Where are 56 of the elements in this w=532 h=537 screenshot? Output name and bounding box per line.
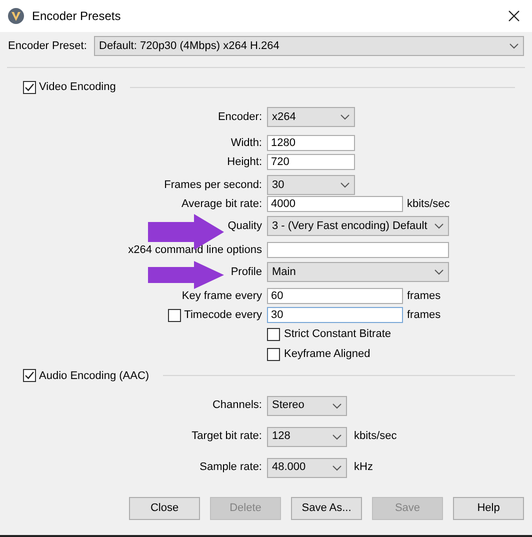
- dialog-button[interactable]: Close: [129, 497, 200, 520]
- app-logo-icon: [8, 8, 24, 24]
- input-field[interactable]: 1280: [267, 135, 355, 151]
- field-label: Width:: [230, 136, 262, 151]
- dropdown[interactable]: 48.000: [267, 458, 347, 478]
- checkbox[interactable]: [267, 328, 280, 340]
- field-label: Height:: [227, 154, 262, 170]
- checkbox-label: Strict Constant Bitrate: [284, 326, 391, 342]
- field-label: Encoder Preset:: [8, 38, 88, 54]
- chevron-down-icon: [434, 269, 444, 275]
- section-title: Video Encoding: [39, 80, 116, 95]
- checkbox[interactable]: [267, 348, 280, 360]
- checkbox[interactable]: [23, 80, 36, 94]
- field-label: Quality: [228, 218, 262, 234]
- field-label: Key frame every: [182, 288, 262, 304]
- dropdown[interactable]: Stereo: [267, 396, 347, 416]
- field-label: Target bit rate:: [190, 429, 263, 444]
- field-label: Channels:: [211, 398, 263, 414]
- input-field[interactable]: 60: [267, 288, 403, 304]
- field-label: Sample rate:: [198, 460, 263, 476]
- unit-label: kbits/sec: [354, 429, 397, 444]
- field-label: x264 command line options: [128, 242, 262, 258]
- input-field[interactable]: 30: [267, 307, 403, 323]
- dropdown[interactable]: 128: [267, 426, 347, 446]
- unit-label: frames: [407, 288, 441, 304]
- chevron-down-icon: [340, 114, 350, 120]
- unit-label: kbits/sec: [407, 196, 450, 212]
- field-label: Timecode every: [184, 308, 262, 323]
- chevron-down-icon: [340, 182, 350, 188]
- dialog-button[interactable]: Save As...: [291, 497, 362, 520]
- chevron-down-icon: [332, 434, 342, 440]
- input-field[interactable]: [267, 242, 449, 258]
- checkbox-label: Keyframe Aligned: [284, 346, 370, 362]
- field-label: Average bit rate:: [181, 196, 262, 212]
- dropdown[interactable]: x264: [267, 107, 355, 127]
- checkbox[interactable]: [23, 369, 36, 382]
- chevron-down-icon: [509, 43, 519, 49]
- section-title: Audio Encoding (AAC): [39, 368, 150, 384]
- dropdown[interactable]: Default: 720p30 (4Mbps) x264 H.264: [94, 36, 524, 56]
- chevron-down-icon: [332, 464, 342, 470]
- unit-label: kHz: [354, 460, 373, 476]
- dropdown[interactable]: 3 - (Very Fast encoding) Default: [267, 216, 449, 236]
- close-icon[interactable]: [508, 10, 520, 22]
- dropdown[interactable]: Main: [267, 262, 449, 282]
- unit-label: frames: [407, 308, 441, 323]
- field-label: Profile: [230, 264, 262, 280]
- field-label: Encoder:: [218, 110, 262, 125]
- input-field[interactable]: 4000: [267, 196, 403, 212]
- window-title: Encoder Presets: [32, 8, 121, 25]
- input-field[interactable]: 720: [267, 154, 355, 170]
- chevron-down-icon: [332, 402, 342, 408]
- dialog-button[interactable]: Help: [453, 497, 524, 520]
- checkbox[interactable]: [168, 308, 182, 322]
- field-label: Frames per second:: [164, 178, 262, 193]
- chevron-down-icon: [434, 223, 444, 229]
- dropdown[interactable]: 30: [267, 175, 355, 195]
